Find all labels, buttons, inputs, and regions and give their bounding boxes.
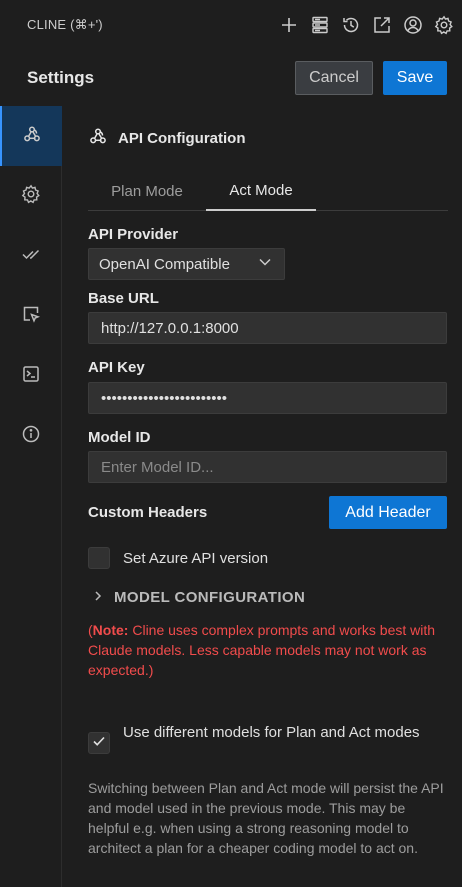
plus-icon[interactable]: [277, 13, 301, 37]
checkmark-icon: [91, 733, 107, 754]
sidebar-item-api-configuration[interactable]: [0, 106, 62, 166]
model-configuration-toggle[interactable]: MODEL CONFIGURATION: [92, 589, 305, 606]
browser-cursor-icon: [21, 304, 41, 329]
tab-act-mode[interactable]: Act Mode: [206, 171, 316, 211]
settings-sidebar: [0, 106, 62, 887]
app-title: CLINE (⌘+'): [27, 17, 103, 32]
mode-switch-help-text: Switching between Plan and Act mode will…: [88, 780, 444, 856]
base-url-label: Base URL: [88, 290, 159, 307]
chevron-right-icon: [92, 589, 104, 606]
history-icon[interactable]: [339, 13, 363, 37]
api-provider-label: API Provider: [88, 226, 179, 243]
sidebar-item-browser[interactable]: [0, 286, 62, 346]
webhook-icon: [88, 126, 108, 150]
tab-plan-mode[interactable]: Plan Mode: [88, 171, 206, 211]
note-text: Cline uses complex prompts and works bes…: [88, 622, 436, 678]
sidebar-item-features[interactable]: [0, 226, 62, 286]
gear-icon[interactable]: [432, 13, 456, 37]
cancel-button[interactable]: Cancel: [295, 61, 373, 95]
api-provider-value: OpenAI Compatible: [99, 255, 230, 273]
header-actions: Cancel Save: [295, 61, 447, 95]
webhook-icon: [22, 124, 42, 149]
model-configuration-label: MODEL CONFIGURATION: [114, 589, 306, 606]
account-icon[interactable]: [401, 13, 425, 37]
gear-icon: [21, 184, 41, 209]
section-header: API Configuration: [88, 126, 246, 150]
title-bar: CLINE (⌘+'): [0, 0, 462, 50]
compatibility-note: (Note: Cline uses complex prompts and wo…: [88, 620, 438, 680]
save-button[interactable]: Save: [383, 61, 447, 95]
section-title: API Configuration: [118, 129, 246, 147]
different-models-checkbox[interactable]: [88, 732, 110, 754]
custom-headers-label: Custom Headers: [88, 504, 208, 521]
base-url-input[interactable]: [88, 312, 447, 344]
terminal-icon: [21, 364, 41, 389]
sidebar-item-terminal[interactable]: [0, 346, 62, 406]
sidebar-item-general[interactable]: [0, 166, 62, 226]
api-key-input[interactable]: [88, 382, 447, 414]
sidebar-item-about[interactable]: [0, 406, 62, 466]
external-link-icon[interactable]: [370, 13, 394, 37]
different-models-label: Use different models for Plan and Act mo…: [123, 724, 420, 741]
chevron-down-icon: [258, 255, 272, 273]
azure-api-version-label: Set Azure API version: [123, 550, 269, 567]
server-icon[interactable]: [308, 13, 332, 37]
api-key-label: API Key: [88, 359, 145, 376]
note-prefix: Note:: [92, 622, 129, 638]
toolbar: [277, 13, 456, 37]
add-header-button[interactable]: Add Header: [329, 496, 447, 529]
settings-header: Settings Cancel Save: [0, 50, 462, 106]
model-id-label: Model ID: [88, 429, 151, 446]
azure-api-version-checkbox[interactable]: [88, 547, 110, 569]
mode-tabs: Plan Mode Act Mode: [88, 171, 448, 211]
model-id-input[interactable]: [88, 451, 447, 483]
info-icon: [21, 424, 41, 449]
api-provider-select[interactable]: OpenAI Compatible: [88, 248, 285, 280]
page-title: Settings: [27, 68, 95, 87]
check-all-icon: [21, 244, 41, 269]
